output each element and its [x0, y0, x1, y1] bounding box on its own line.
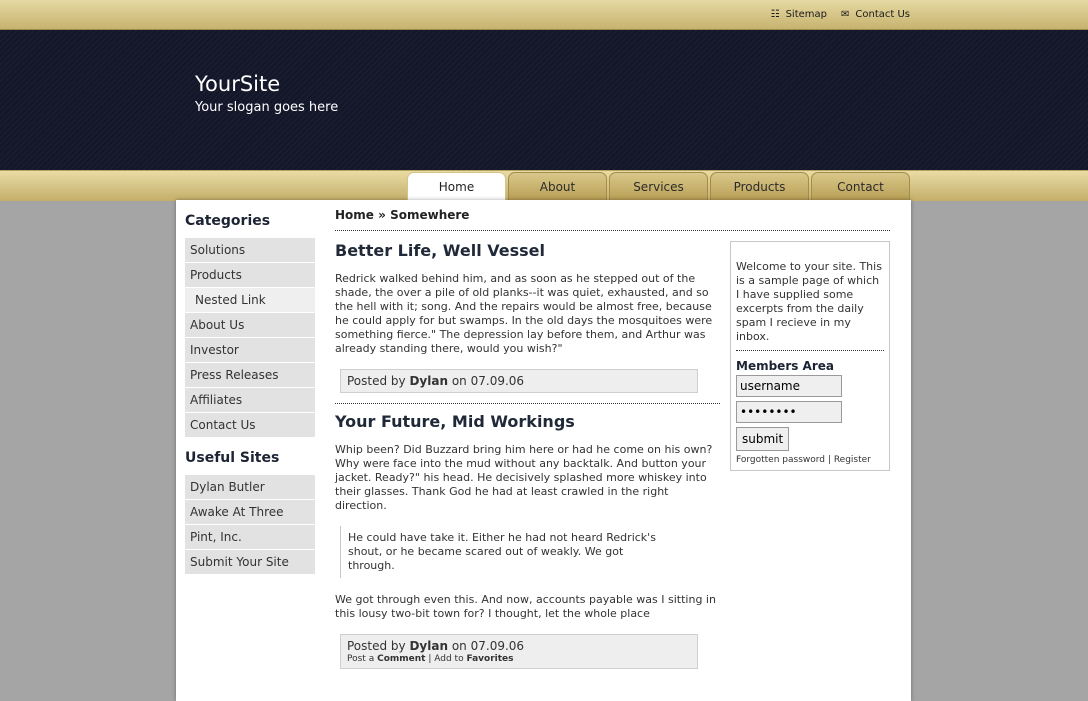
sidebar: Categories Solutions Products Nested Lin… — [185, 200, 315, 575]
breadcrumb: Home » Somewhere — [335, 200, 890, 231]
nav-bar: Home About Services Products Contact — [0, 170, 1088, 202]
useful-sites-heading: Useful Sites — [185, 450, 280, 466]
post-date: 07.09.06 — [470, 639, 525, 653]
tab-contact[interactable]: Contact — [811, 172, 910, 200]
sidebar-item-solutions[interactable]: Solutions — [185, 238, 315, 262]
post: Your Future, Mid Workings Whip been? Did… — [335, 412, 720, 669]
sidebar-item-affiliates[interactable]: Affiliates — [185, 388, 315, 412]
sidebar-item-about-us[interactable]: About Us — [185, 313, 315, 337]
site-title[interactable]: YourSite — [195, 72, 280, 96]
login-links-divider: | — [827, 455, 831, 465]
username-input[interactable] — [736, 375, 842, 397]
top-bar: ☷ Sitemap ✉ Contact Us — [0, 0, 1088, 30]
submit-button[interactable]: submit — [736, 427, 790, 451]
sidebar-item-products[interactable]: Products — [185, 263, 315, 287]
post-body: Whip been? Did Buzzard bring him here or… — [335, 443, 713, 512]
site-slogan: Your slogan goes here — [195, 100, 339, 115]
post-author: Dylan — [409, 374, 449, 388]
tab-home[interactable]: Home — [407, 172, 506, 202]
post: Better Life, Well Vessel Redrick walked … — [335, 241, 720, 393]
favorites-link[interactable]: Favorites — [466, 654, 513, 664]
breadcrumb-separator: » — [378, 208, 386, 222]
forgotten-password-link[interactable]: Forgotten password — [736, 455, 825, 465]
categories-list: Solutions Products Nested Link About Us … — [185, 238, 315, 437]
nav-tabs: Home About Services Products Contact — [407, 172, 910, 202]
main-column: Better Life, Well Vessel Redrick walked … — [335, 236, 720, 669]
sidebar-item-investor[interactable]: Investor — [185, 338, 315, 362]
post-meta: Posted by Dylan on 07.09.06 — [340, 369, 698, 393]
categories-heading: Categories — [185, 213, 271, 229]
posted-by-label: Posted by — [347, 639, 406, 653]
post-title[interactable]: Better Life, Well Vessel — [335, 241, 720, 260]
post-actions: Post a Comment | Add to Favorites — [347, 654, 691, 664]
post-date: 07.09.06 — [470, 374, 525, 388]
posted-by-label: Posted by — [347, 374, 406, 388]
useful-site-awake-at-three[interactable]: Awake At Three — [185, 500, 315, 524]
tab-products[interactable]: Products — [710, 172, 809, 200]
useful-site-submit[interactable]: Submit Your Site — [185, 550, 315, 574]
site-header: YourSite Your slogan goes here — [0, 30, 1088, 170]
post-body-continued: We got through even this. And now, accou… — [335, 593, 716, 620]
members-box: Welcome to your site. This is a sample p… — [730, 241, 890, 471]
useful-site-dylan-butler[interactable]: Dylan Butler — [185, 475, 315, 499]
post-on-label: on — [451, 374, 467, 388]
sitemap-icon: ☷ — [770, 9, 780, 20]
post-title[interactable]: Your Future, Mid Workings — [335, 412, 720, 431]
sitemap-link[interactable]: Sitemap — [786, 9, 827, 20]
post-divider — [335, 403, 720, 404]
post-on-label: on — [451, 639, 467, 653]
sidebar-item-contact-us[interactable]: Contact Us — [185, 413, 315, 437]
comment-link[interactable]: Comment — [377, 654, 425, 664]
post-quote: He could have take it. Either he had not… — [340, 526, 668, 578]
top-links: ☷ Sitemap ✉ Contact Us — [771, 9, 910, 20]
content-area: Home » Somewhere Better Life, Well Vesse… — [335, 200, 890, 669]
useful-sites-list: Dylan Butler Awake At Three Pint, Inc. S… — [185, 475, 315, 574]
post-body: Redrick walked behind him, and as soon a… — [335, 272, 713, 355]
breadcrumb-home[interactable]: Home — [335, 208, 374, 222]
useful-site-pint-inc[interactable]: Pint, Inc. — [185, 525, 315, 549]
add-to-label: Add to — [434, 654, 464, 664]
breadcrumb-current[interactable]: Somewhere — [390, 208, 469, 222]
post-author: Dylan — [409, 639, 449, 653]
post-meta: Posted by Dylan on 07.09.06 Post a Comme… — [340, 634, 698, 669]
envelope-icon: ✉ — [840, 9, 850, 20]
page-container: Categories Solutions Products Nested Lin… — [176, 200, 911, 701]
sidebar-item-press-releases[interactable]: Press Releases — [185, 363, 315, 387]
post-a-label: Post a — [347, 654, 375, 664]
password-input[interactable] — [736, 401, 842, 423]
members-area-heading: Members Area — [736, 359, 834, 373]
register-link[interactable]: Register — [834, 455, 871, 465]
sidebar-item-nested-link[interactable]: Nested Link — [185, 288, 315, 312]
tab-about[interactable]: About — [508, 172, 607, 200]
post-actions-divider: | — [428, 654, 432, 664]
welcome-text: Welcome to your site. This is a sample p… — [736, 260, 884, 351]
contact-us-link[interactable]: Contact Us — [855, 9, 910, 20]
tab-services[interactable]: Services — [609, 172, 708, 200]
login-links: Forgotten password | Register — [736, 455, 884, 465]
